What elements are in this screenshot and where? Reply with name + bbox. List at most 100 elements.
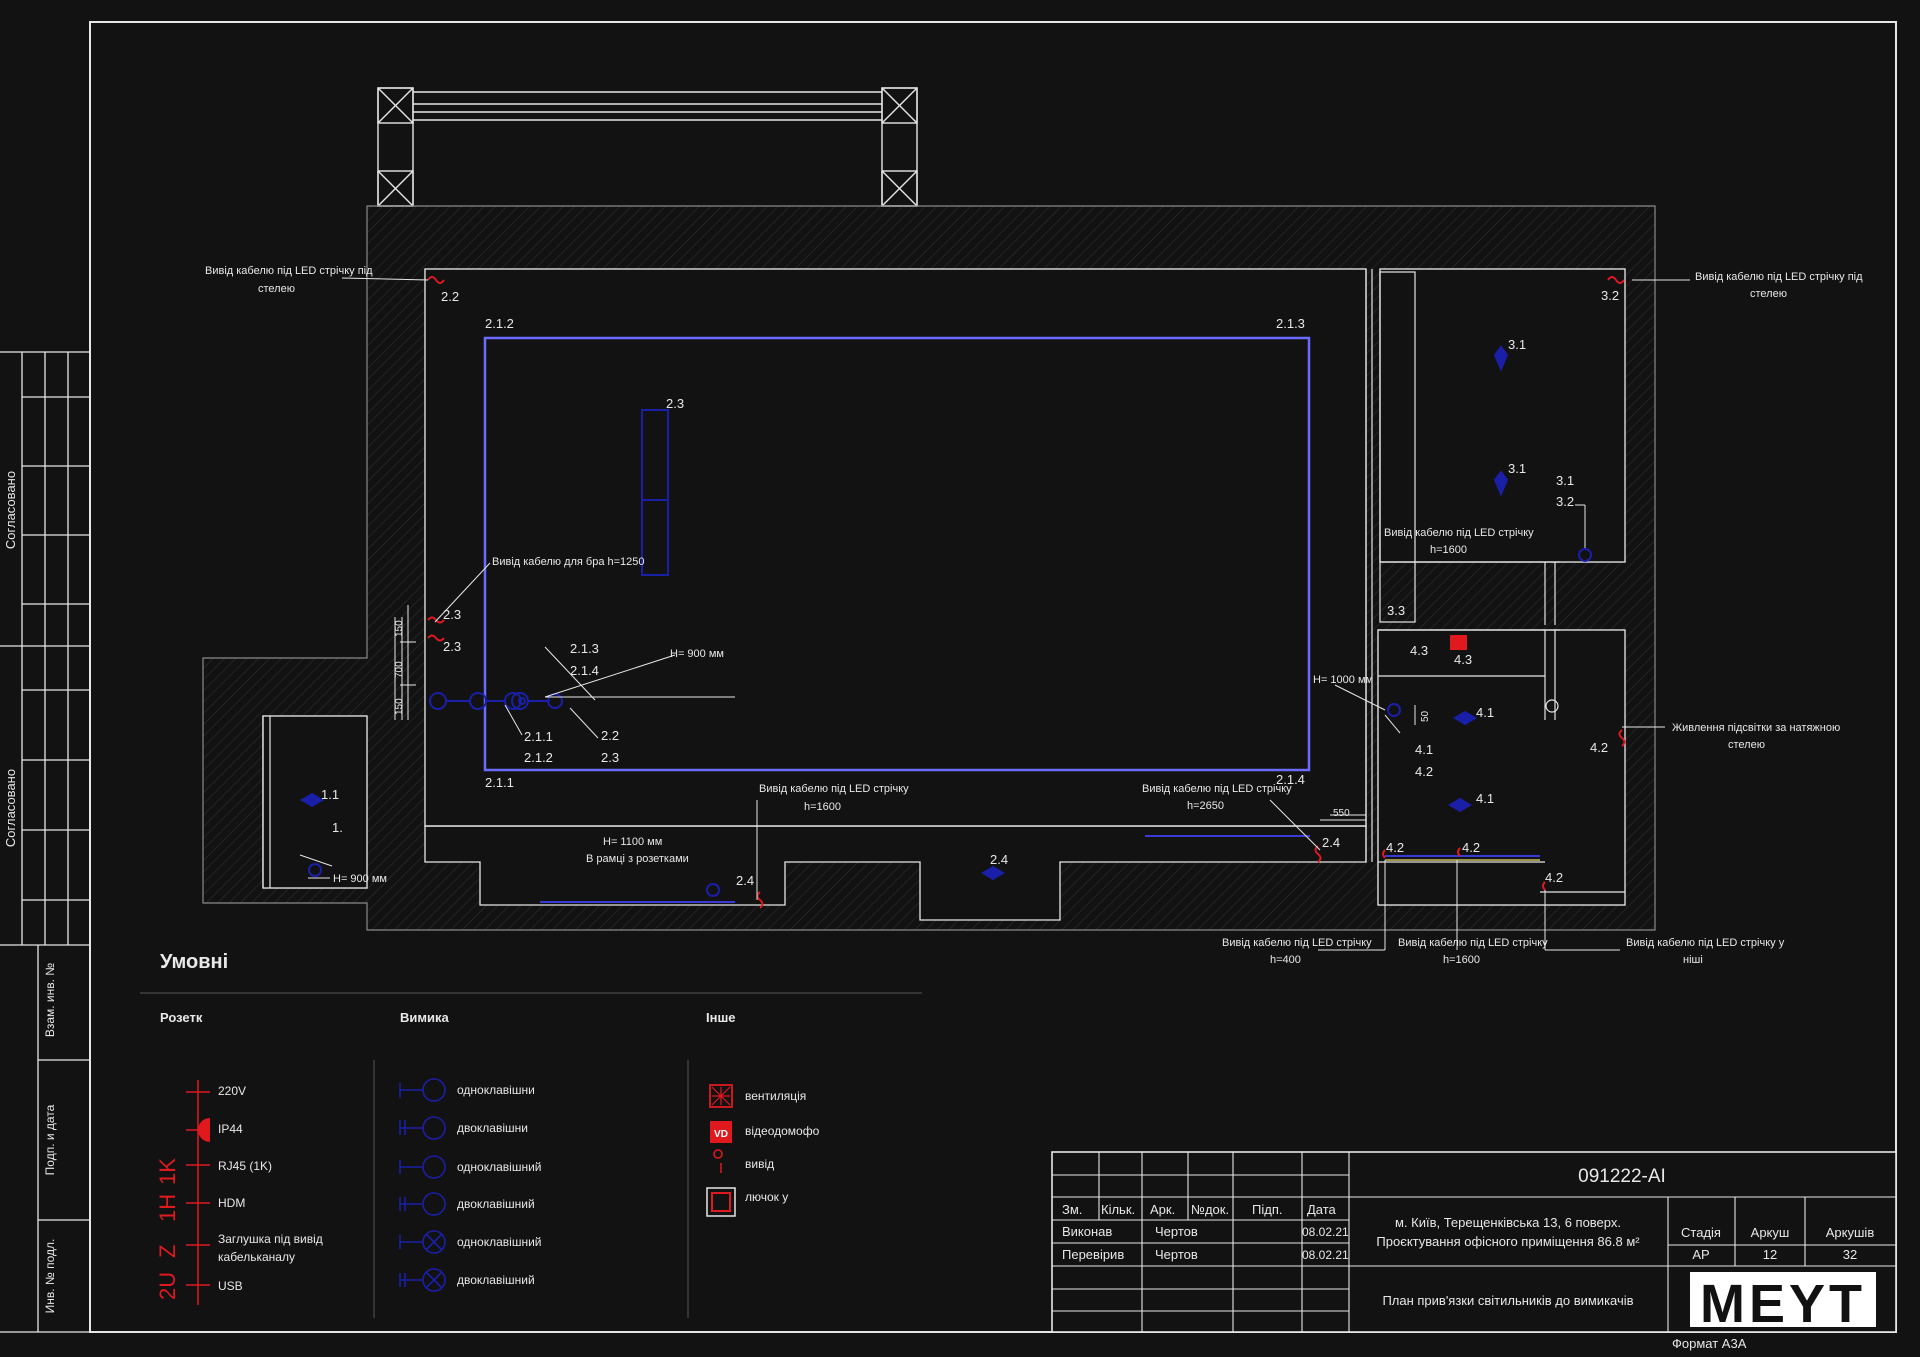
label-bra: Вивід кабелю для бра h=1250 [492,556,645,568]
label-led-ceiling-left-1: Вивід кабелю під LED стрічку під [205,265,373,277]
label-led-1600-c-2: h=1600 [1443,954,1480,966]
num-2-1-3: 2.1.3 [1276,316,1305,331]
stage-header: Стадія [1681,1225,1721,1240]
sheets-total-value: 32 [1843,1247,1857,1262]
label-led-ceiling-right-2: стелею [1750,288,1787,300]
dim-50: 50 [1420,710,1431,722]
socket-plug-1: Заглушка під вивід [218,1232,323,1246]
other-ventilation: вентиляція [745,1089,806,1103]
num-3-3: 3.3 [1387,603,1405,618]
code-z: Z [155,1245,180,1258]
num-4-2-d: 4.2 [1462,840,1480,855]
dim-150-a: 150 [394,620,405,637]
legend-title: Умовні [160,951,228,973]
socket-220v: 220V [218,1084,246,1098]
num-3-1-a: 3.1 [1508,337,1526,352]
num-3-1-c: 3.1 [1556,473,1574,488]
num-2-1-4: 2.1.4 [570,663,599,678]
dim-700: 700 [394,661,405,678]
switch-5: одноклавішний [457,1235,541,1249]
label-stretch-2: стелею [1728,739,1765,751]
label-led-niche-2: ніші [1683,954,1703,966]
legend: Умовні Розетк Вимика Інше 1K 1H Z 2U 220… [140,951,922,1318]
sheets-header: Аркушів [1826,1225,1875,1240]
th-pidp: Підп. [1252,1202,1282,1217]
drawing-title: План прив'язки світильників до вимикачів [1382,1293,1633,1308]
label-led-400-1: Вивід кабелю під LED стрічку [1222,937,1372,949]
row1-name: Чертов [1155,1224,1198,1239]
num-2-1-4-b: 2.1.4 [1276,772,1305,787]
socket-usb: USB [218,1279,243,1293]
num-2-1-1-a: 2.1.1 [524,729,553,744]
row2-date: 08.02.21 [1302,1248,1349,1262]
title-block: Зм. Кільк. Арк. №док. Підп. Дата Виконав… [1051,1151,1897,1351]
num-2-4-a: 2.4 [736,873,754,888]
vd-code: VD [714,1129,728,1140]
socket-plug-2: кабельканалу [218,1250,295,1264]
label-led-2650-1: Вивід кабелю під LED стрічку [1142,783,1292,795]
num-2-1-2: 2.1.2 [485,316,514,331]
num-1: 1. [332,820,343,835]
num-3-1-b: 3.1 [1508,461,1526,476]
socket-rj45: RJ45 (1K) [218,1159,272,1173]
label-h1100-2: В рамці з розетками [586,853,689,865]
sheet-code: 091222-AI [1578,1166,1666,1187]
approved-label-1: Согласовано [3,471,18,549]
label-led-ceiling-left-2: стелею [258,283,295,295]
code-1h: 1H [155,1194,180,1222]
row2-name: Чертов [1155,1247,1198,1262]
th-ark: Арк. [1150,1202,1175,1217]
num-4-3-a: 4.3 [1410,643,1428,658]
num-2-3-a: 2.3 [666,396,684,411]
num-2-3-c: 2.3 [443,639,461,654]
switch-1: одноклавішни [457,1083,535,1097]
switch-4: двоклавішний [457,1197,535,1211]
num-2-3-b: 2.3 [443,607,461,622]
balcony-frame [377,87,918,207]
legend-col-switches: Вимика [400,1010,449,1025]
legend-col-other: Інше [706,1010,736,1025]
dim-150-b: 150 [394,698,405,715]
num-2-3-d: 2.3 [601,750,619,765]
label-stretch-1: Живлення підсвітки за натяжною [1672,722,1840,734]
floor-plan-drawing: Согласовано Согласовано Взам. инв. № Под… [0,21,1897,1351]
switch-6: двоклавішний [457,1273,535,1287]
num-2-1-2-b: 2.1.2 [524,750,553,765]
num-4-1-c: 4.1 [1476,791,1494,806]
socket-ip44: IP44 [218,1122,243,1136]
logo: MEYT [1700,1274,1866,1334]
num-2-4-b: 2.4 [990,852,1008,867]
walls [202,205,1656,931]
switch-2: двоклавішни [457,1121,528,1135]
format-label: Формат A3A [1672,1336,1747,1351]
switch-3: одноклавішний [457,1160,541,1174]
num-4-2-c: 4.2 [1386,840,1404,855]
num-1-1: 1.1 [321,787,339,802]
other-output: вивід [745,1157,774,1171]
inv-swap-label: Взам. инв. № [43,963,57,1037]
row2-role: Перевірив [1062,1247,1124,1262]
address-line-2: Проєктування офісного приміщення 86.8 м² [1376,1234,1640,1249]
num-4-3-b: 4.3 [1454,652,1472,667]
label-led-1600-b-1: Вивід кабелю під LED стрічку [1384,527,1534,539]
stage-value: AP [1692,1247,1709,1262]
label-h1100-1: H= 1100 мм [603,836,662,848]
num-2-4-c: 2.4 [1322,835,1340,850]
code-1k: 1K [155,1158,180,1185]
legend-col-sockets: Розетк [160,1010,203,1025]
label-led-ceiling-right-1: Вивід кабелю під LED стрічку під [1695,271,1863,283]
label-led-1600-a-2: h=1600 [804,801,841,813]
num-4-2-b: 4.2 [1590,740,1608,755]
th-zm: Зм. [1062,1202,1082,1217]
th-data: Дата [1307,1202,1337,1217]
label-led-1600-a-1: Вивід кабелю під LED стрічку [759,783,909,795]
label-h1000: H= 1000 мм [1313,674,1373,686]
num-4-1-a: 4.1 [1476,705,1494,720]
th-ndok: №док. [1191,1202,1229,1217]
num-2-2: 2.2 [441,289,459,304]
socket-hdmi: HDM [218,1196,245,1210]
num-4-1-b: 4.1 [1415,742,1433,757]
other-intercom: відеодомофо [745,1124,820,1138]
sheet-value: 12 [1763,1247,1777,1262]
approved-label-2: Согласовано [3,769,18,847]
